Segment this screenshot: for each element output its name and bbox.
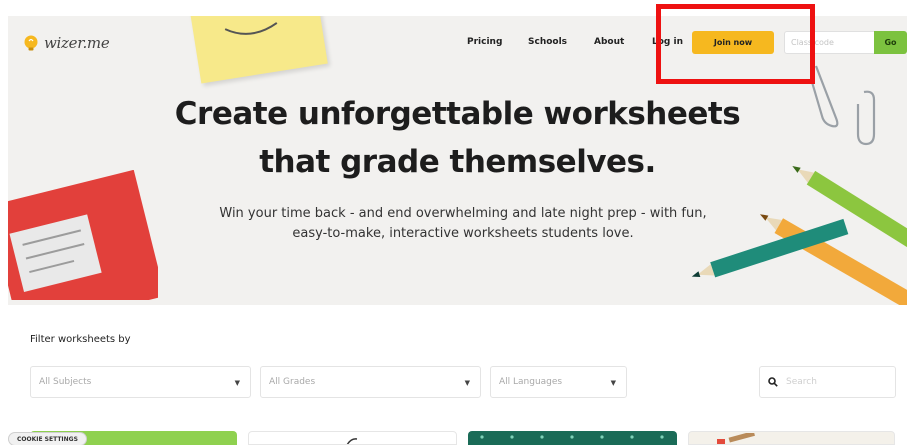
caret-down-icon: ▼ [464,379,470,387]
search-placeholder: Search [786,377,817,387]
dot-pattern-icon [480,435,664,439]
nav-schools-link[interactable]: Schools [528,37,567,47]
lightbulb-icon [24,35,38,51]
headline-line-2: that grade themselves. [259,144,656,180]
search-icon [768,377,778,387]
subjects-select[interactable]: All Subjects ▼ [30,366,251,398]
grades-select-value: All Grades [269,377,316,387]
go-button[interactable]: Go [874,31,907,54]
languages-select-value: All Languages [499,377,563,387]
worksheet-card[interactable] [688,431,895,445]
logo-text: wizer.me [44,34,110,52]
languages-select[interactable]: All Languages ▼ [490,366,627,398]
highlight-box [656,4,815,84]
notebook-illustration [8,170,158,300]
grades-select[interactable]: All Grades ▼ [260,366,481,398]
headline-line-1: Create unforgettable worksheets [174,96,741,132]
subtitle-line-2: easy-to-make, interactive worksheets stu… [292,226,634,241]
caret-down-icon: ▼ [234,379,240,387]
caret-down-icon: ▼ [610,379,616,387]
worksheet-card[interactable] [468,431,677,445]
nav-about-link[interactable]: About [594,37,624,47]
subjects-select-value: All Subjects [39,377,92,387]
worksheet-card[interactable] [248,431,457,445]
card-illustration-icon [717,432,755,444]
smile-doodle-icon [224,22,278,35]
cookie-settings-button[interactable]: COOKIE SETTINGS [8,432,87,445]
filter-label: Filter worksheets by [30,334,131,345]
search-input[interactable]: Search [759,366,896,398]
logo[interactable]: wizer.me [22,30,110,56]
card-illustration-icon [346,438,358,444]
nav-pricing-link[interactable]: Pricing [467,37,502,47]
hero-subtitle: Win your time back - and end overwhelmin… [190,204,736,244]
subtitle-line-1: Win your time back - and end overwhelmin… [219,206,707,221]
hero-headline: Create unforgettable worksheets that gra… [8,90,907,186]
